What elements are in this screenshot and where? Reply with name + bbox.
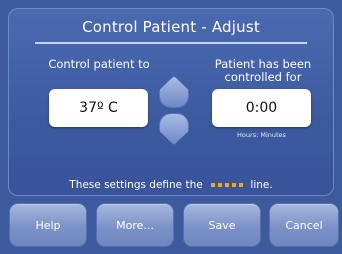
more-button[interactable]: More... <box>96 203 174 247</box>
increase-button[interactable] <box>159 76 189 108</box>
adjust-panel: Control Patient - Adjust Control patient… <box>8 8 334 196</box>
duration-units: Hours: Minutes <box>237 131 286 139</box>
help-button[interactable]: Help <box>9 203 87 247</box>
cancel-button[interactable]: Cancel <box>269 203 339 247</box>
screen-title: Control Patient - Adjust <box>82 18 260 36</box>
title-divider <box>35 42 307 44</box>
note-suffix: line. <box>250 179 273 191</box>
note-prefix: These settings define the <box>69 179 203 191</box>
duration-label: Patient has been controlled for <box>214 57 312 84</box>
target-temperature-field[interactable]: 37º C <box>49 89 148 127</box>
target-label: Control patient to <box>48 57 150 71</box>
dashed-line-icon <box>209 179 244 191</box>
duration-field: 0:00 <box>212 89 311 127</box>
save-button[interactable]: Save <box>183 203 261 247</box>
settings-note: These settings define the line. <box>9 179 333 191</box>
decrease-button[interactable] <box>159 113 189 145</box>
